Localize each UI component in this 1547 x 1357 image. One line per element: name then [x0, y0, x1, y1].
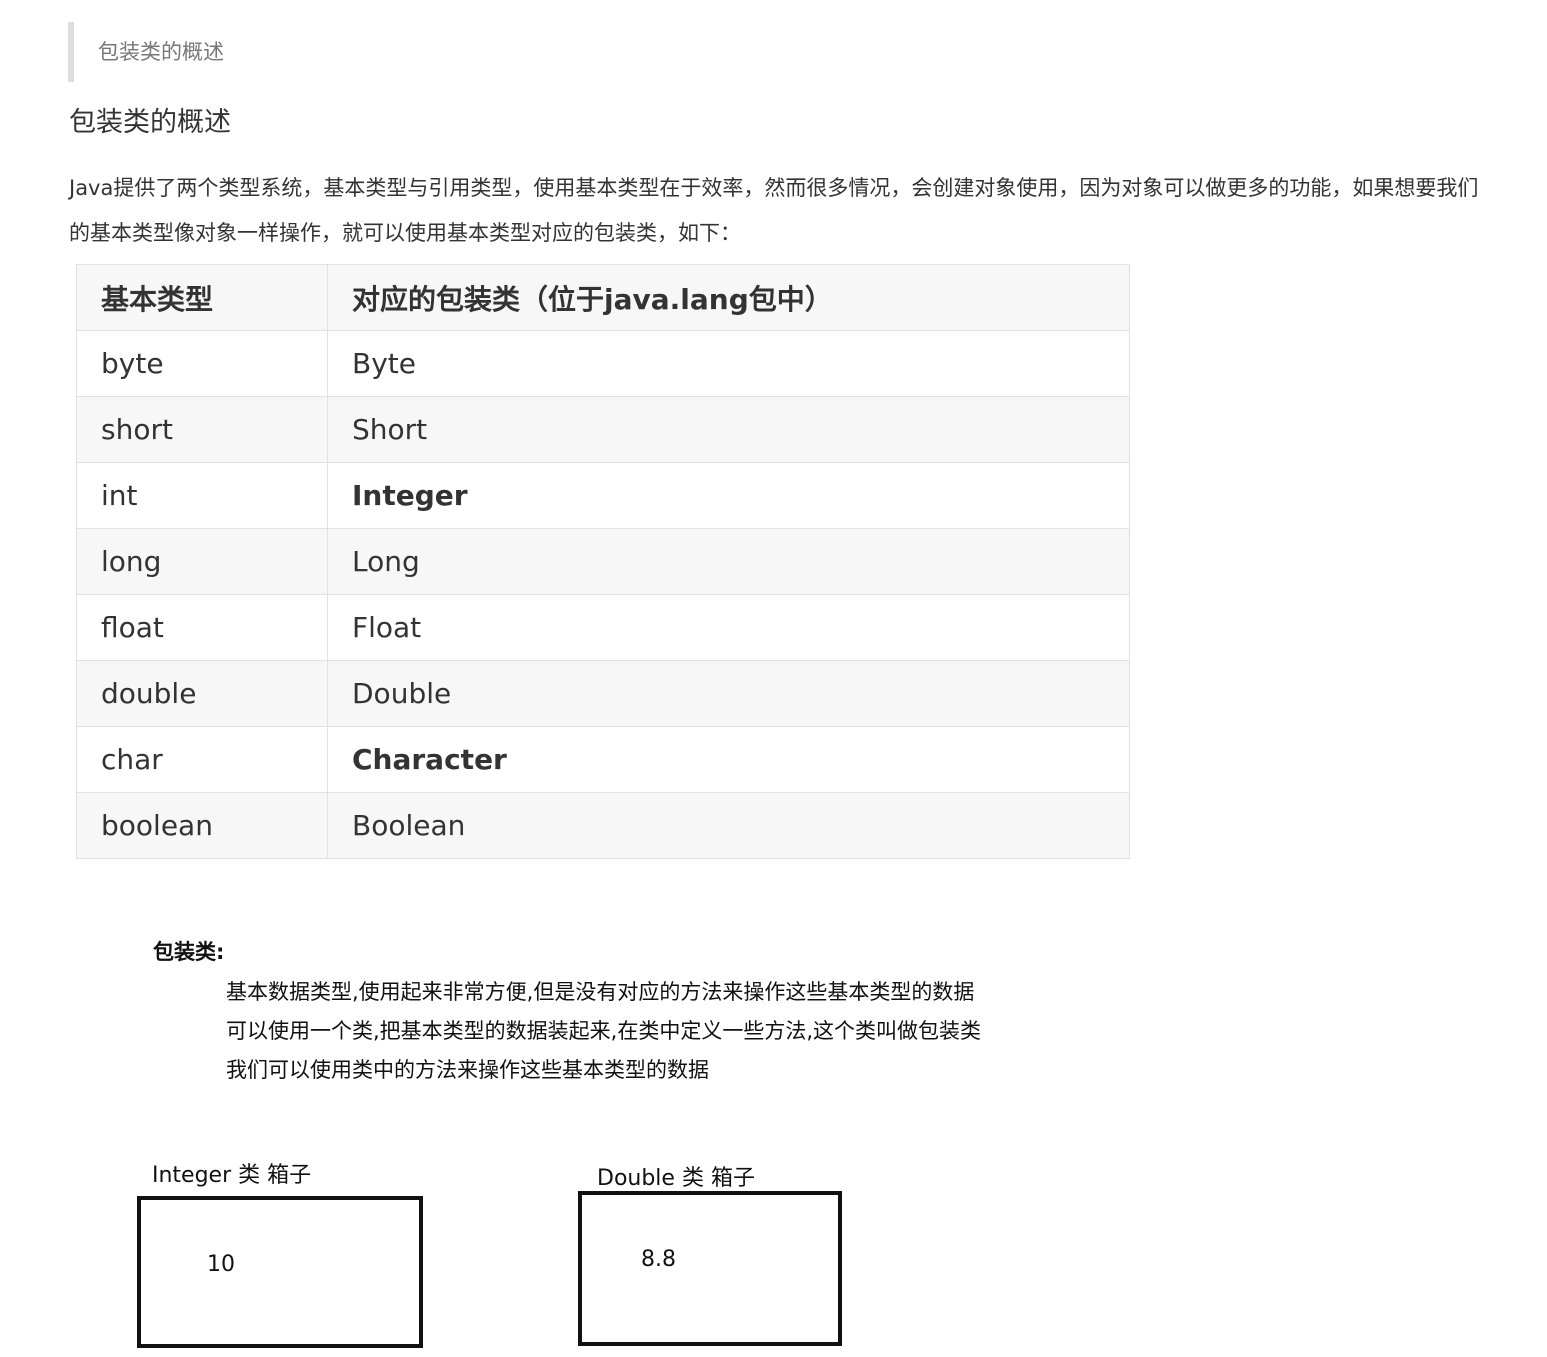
wrapper-cell: Float	[327, 594, 1130, 661]
note-line: 我们可以使用类中的方法来操作这些基本类型的数据	[226, 1058, 709, 1082]
wrapper-cell: Integer	[327, 462, 1130, 529]
double-box	[578, 1191, 842, 1346]
table-row: int Integer	[76, 462, 1130, 529]
integer-box-value: 10	[207, 1252, 235, 1277]
wrapper-cell: Short	[327, 396, 1130, 463]
wrapper-cell: Character	[327, 726, 1130, 793]
primitive-cell: float	[76, 594, 328, 661]
wrapper-cell: Double	[327, 660, 1130, 727]
primitive-cell: long	[76, 528, 328, 595]
primitive-cell: int	[76, 462, 328, 529]
table-row: short Short	[76, 396, 1130, 463]
header-wrapper-class: 对应的包装类（位于java.lang包中）	[327, 264, 1130, 331]
note-line: 可以使用一个类,把基本类型的数据装起来,在类中定义一些方法,这个类叫做包装类	[226, 1019, 982, 1043]
header-primitive-type: 基本类型	[76, 264, 328, 331]
integer-box-label: Integer 类 箱子	[152, 1163, 312, 1188]
intro-paragraph: Java提供了两个类型系统，基本类型与引用类型，使用基本类型在于效率，然而很多情…	[69, 176, 1479, 245]
primitive-cell: double	[76, 660, 328, 727]
wrapper-class-table: 基本类型 对应的包装类（位于java.lang包中） byte Byte sho…	[76, 264, 1130, 859]
section-heading: 包装类的概述	[69, 107, 231, 138]
double-box-value: 8.8	[641, 1247, 676, 1272]
table-row: boolean Boolean	[76, 792, 1130, 859]
note-line: 基本数据类型,使用起来非常方便,但是没有对应的方法来操作这些基本类型的数据	[226, 980, 975, 1004]
wrapper-cell: Boolean	[327, 792, 1130, 859]
wrapper-cell: Long	[327, 528, 1130, 595]
primitive-cell: short	[76, 396, 328, 463]
table-row: long Long	[76, 528, 1130, 595]
blockquote: 包装类的概述	[68, 22, 588, 82]
note-title: 包装类:	[153, 940, 225, 964]
primitive-cell: char	[76, 726, 328, 793]
table-row: double Double	[76, 660, 1130, 727]
table-row: float Float	[76, 594, 1130, 661]
primitive-cell: boolean	[76, 792, 328, 859]
table-row: byte Byte	[76, 330, 1130, 397]
table-row: char Character	[76, 726, 1130, 793]
primitive-cell: byte	[76, 330, 328, 397]
table-header-row: 基本类型 对应的包装类（位于java.lang包中）	[76, 264, 1130, 331]
wrapper-cell: Byte	[327, 330, 1130, 397]
integer-box	[137, 1196, 423, 1348]
double-box-label: Double 类 箱子	[597, 1166, 755, 1191]
